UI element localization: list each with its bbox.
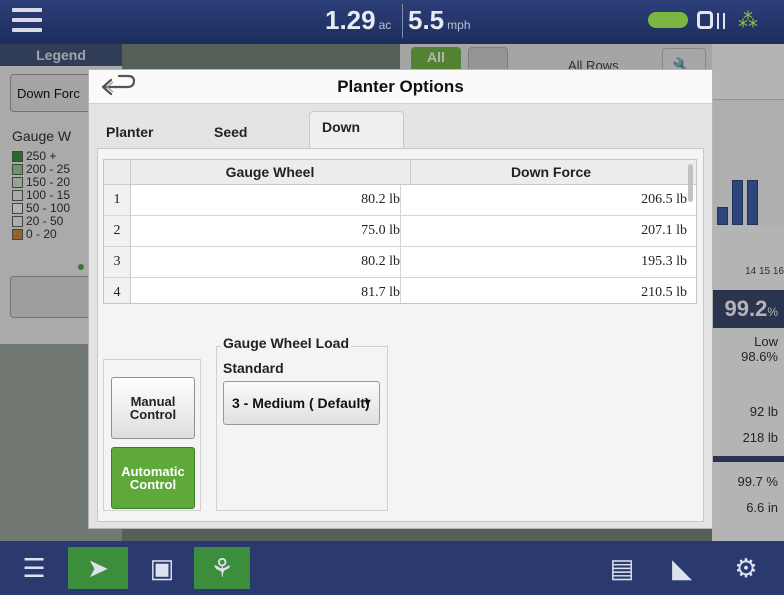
back-icon[interactable]: [97, 74, 139, 100]
gauge-wheel-load-group: Gauge Wheel Load Standard 3 - Medium ( D…: [216, 335, 388, 511]
table-row[interactable]: 3 80.2 lb 195.3 lb: [104, 247, 696, 278]
row-force-table: Gauge Wheel Down Force 1 80.2 lb 206.5 l…: [103, 159, 697, 304]
satellite-icon[interactable]: ⁂: [738, 8, 776, 32]
column-header: Down Force: [510, 164, 592, 180]
document-icon[interactable]: ☰: [8, 547, 60, 589]
area-readout: 1.29 ac: [325, 5, 391, 36]
tab-planter-drives[interactable]: Planter Drives: [106, 116, 153, 172]
planter-machine-icon[interactable]: ▤: [596, 547, 648, 589]
table-header: Gauge Wheel Down Force: [104, 160, 696, 185]
column-header: Gauge Wheel: [130, 160, 411, 184]
control-mode-group: Manual Control Automatic Control: [103, 359, 201, 511]
split-screen-icon[interactable]: ▣: [136, 547, 188, 589]
table-row[interactable]: 1 80.2 lb 206.5 lb: [104, 185, 696, 216]
status-icons: ⁂: [648, 8, 780, 34]
table-row[interactable]: 2 75.0 lb 207.1 lb: [104, 216, 696, 247]
dialog-title: Planter Options: [337, 77, 464, 96]
manual-control-button[interactable]: Manual Control: [111, 377, 195, 439]
tab-seed-monitor[interactable]: Seed Monitor: [214, 116, 265, 172]
gauge-wheel-load-subtitle: Standard: [223, 360, 284, 376]
tab-down[interactable]: Down: [309, 111, 404, 149]
gauge-wheel-load-select[interactable]: 3 - Medium ( Default) ▼: [223, 381, 380, 425]
speed-unit: mph: [447, 18, 471, 32]
menu-icon[interactable]: [12, 8, 42, 32]
display-icon[interactable]: [697, 11, 713, 29]
speed-readout: 5.5 mph: [408, 5, 471, 36]
selected-value: 3 - Medium ( Default): [232, 395, 370, 411]
navigation-icon[interactable]: ➤: [68, 547, 128, 589]
bottom-nav: ☰ ➤ ▣ ⚘ ▤ ◣ ⚙: [0, 541, 784, 595]
signal-icon[interactable]: [717, 13, 725, 29]
area-value: 1.29: [325, 5, 376, 35]
tractor-icon[interactable]: ⚙: [716, 547, 776, 589]
planter-icon[interactable]: ⚘: [194, 547, 250, 589]
divider: [402, 4, 403, 38]
chevron-down-icon: ▼: [362, 397, 373, 409]
down-tab-content: Gauge Wheel Down Force 1 80.2 lb 206.5 l…: [97, 148, 704, 522]
header-corner: [104, 160, 131, 184]
gauge-wheel-load-title: Gauge Wheel Load: [221, 335, 352, 351]
automatic-control-button[interactable]: Automatic Control: [111, 447, 195, 509]
field-icon[interactable]: ◣: [656, 547, 708, 589]
dialog-titlebar: Planter Options: [89, 70, 712, 104]
speed-value: 5.5: [408, 5, 445, 35]
rate-icon[interactable]: [648, 12, 688, 28]
planter-options-dialog: Planter Options Planter Drives Seed Moni…: [88, 69, 713, 529]
top-status-bar: 1.29 ac 5.5 mph ⁂: [0, 0, 784, 44]
area-unit: ac: [378, 18, 392, 32]
table-scrollbar[interactable]: [688, 164, 693, 202]
table-row[interactable]: 4 81.7 lb 210.5 lb: [104, 278, 696, 303]
